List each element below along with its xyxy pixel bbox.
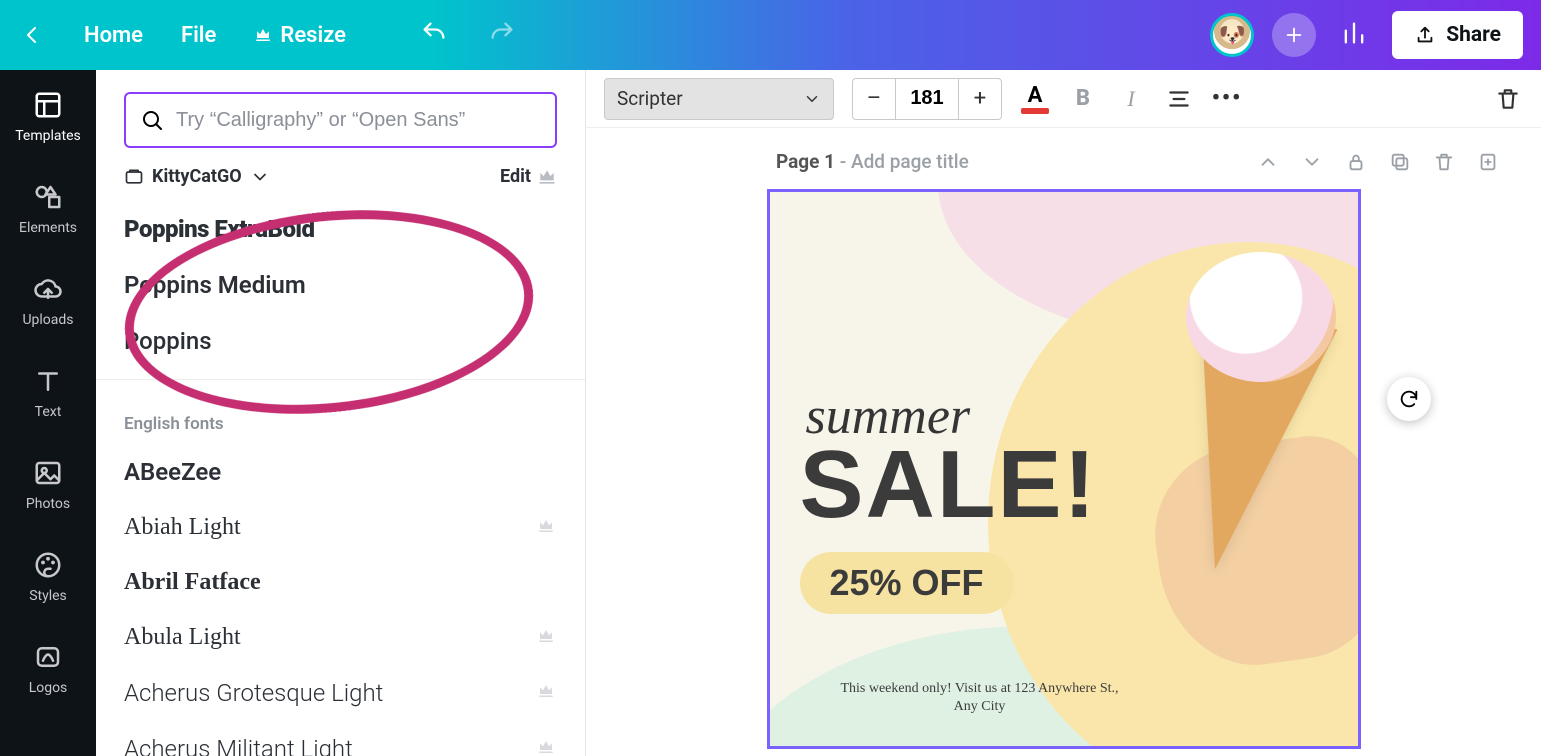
premium-icon xyxy=(535,627,557,649)
rail-templates[interactable]: Templates xyxy=(0,84,96,150)
font-name: Acherus Militant Light xyxy=(124,735,353,756)
font-option[interactable]: Acherus Militant Light xyxy=(96,721,585,756)
rail-styles[interactable]: Styles xyxy=(0,544,96,610)
text-sale[interactable]: SALE! xyxy=(800,430,1098,540)
page-header-row: Page 1 - Add page title xyxy=(586,128,1541,181)
font-picker-panel: KittyCatGO Edit Poppins ExtraBoldPoppins… xyxy=(96,70,586,756)
font-option[interactable]: Poppins xyxy=(96,313,585,369)
font-size-input[interactable] xyxy=(895,79,959,119)
font-name: Acherus Grotesque Light xyxy=(124,679,383,707)
text-color-button[interactable]: A xyxy=(1020,84,1050,114)
crown-icon xyxy=(537,167,557,187)
font-name: Poppins Medium xyxy=(124,271,306,299)
lock-page-button[interactable] xyxy=(1345,151,1367,173)
image-scoop[interactable] xyxy=(1186,252,1336,382)
font-option[interactable]: Poppins ExtraBold xyxy=(96,201,585,257)
rail-logos[interactable]: Logos xyxy=(0,636,96,702)
add-collaborator-button[interactable] xyxy=(1272,13,1316,57)
premium-icon xyxy=(535,517,557,539)
undo-button[interactable] xyxy=(420,19,448,51)
rail-uploads[interactable]: Uploads xyxy=(0,268,96,334)
font-size-group: – + xyxy=(852,78,1002,120)
share-button[interactable]: Share xyxy=(1392,11,1523,59)
chevron-down-icon xyxy=(803,90,821,108)
more-options-button[interactable]: ••• xyxy=(1212,84,1242,114)
duplicate-page-button[interactable] xyxy=(1389,151,1411,173)
refresh-fab[interactable] xyxy=(1387,377,1431,421)
text-discount-pill[interactable]: 25% OFF xyxy=(800,552,1014,614)
bold-button[interactable]: B xyxy=(1068,84,1098,114)
page-title-input[interactable]: Add page title xyxy=(851,150,969,173)
font-size-increase[interactable]: + xyxy=(959,79,1001,119)
canvas-column: Scripter – + A B I ••• xyxy=(586,70,1541,756)
redo-button[interactable] xyxy=(488,19,516,51)
insights-button[interactable] xyxy=(1334,19,1374,51)
brand-kit-icon xyxy=(124,167,144,187)
left-tool-rail: Templates Elements Uploads Text Photos S… xyxy=(0,70,96,756)
alignment-button[interactable] xyxy=(1164,84,1194,114)
design-stage[interactable]: summer SALE! 25% OFF This weekend only! … xyxy=(586,181,1541,756)
text-fineprint[interactable]: This weekend only! Visit us at 123 Anywh… xyxy=(830,680,1130,716)
font-name: Poppins ExtraBold xyxy=(124,215,315,243)
page-up-button[interactable] xyxy=(1257,151,1279,173)
font-name: Poppins xyxy=(124,327,212,355)
top-app-bar: Home File Resize 🐶 Share xyxy=(0,0,1541,70)
font-option[interactable]: Abril Fatface xyxy=(96,555,585,610)
font-option[interactable]: ABeeZee xyxy=(96,444,585,500)
design-page[interactable]: summer SALE! 25% OFF This weekend only! … xyxy=(767,189,1361,749)
font-name: Abiah Light xyxy=(124,514,241,541)
font-list[interactable]: Poppins ExtraBold Poppins Medium Poppins En… xyxy=(96,197,585,756)
file-menu[interactable]: File xyxy=(181,23,216,48)
back-button[interactable] xyxy=(18,21,46,49)
account-avatar[interactable]: 🐶 xyxy=(1210,13,1254,57)
delete-button[interactable] xyxy=(1493,84,1523,114)
font-option[interactable]: Abiah Light xyxy=(96,500,585,555)
font-option[interactable]: Poppins Medium xyxy=(96,257,585,313)
rail-elements[interactable]: Elements xyxy=(0,176,96,242)
font-name: Abril Fatface xyxy=(124,569,261,596)
rail-text[interactable]: Text xyxy=(0,360,96,426)
delete-page-button[interactable] xyxy=(1433,151,1455,173)
brand-kit-edit[interactable]: Edit xyxy=(500,166,557,187)
font-search-input[interactable] xyxy=(176,109,541,132)
search-icon xyxy=(140,108,164,132)
font-option[interactable]: Abula Light xyxy=(96,610,585,665)
premium-icon xyxy=(535,738,557,756)
home-menu[interactable]: Home xyxy=(84,23,143,48)
font-family-dropdown[interactable]: Scripter xyxy=(604,78,834,120)
font-size-decrease[interactable]: – xyxy=(853,79,895,119)
font-search[interactable] xyxy=(124,92,557,148)
text-context-toolbar: Scripter – + A B I ••• xyxy=(586,70,1541,128)
premium-icon xyxy=(535,682,557,704)
resize-menu[interactable]: Resize xyxy=(254,23,346,48)
chevron-down-icon xyxy=(250,167,270,187)
font-name: ABeeZee xyxy=(124,458,221,486)
font-name: Abula Light xyxy=(124,624,241,651)
italic-button[interactable]: I xyxy=(1116,84,1146,114)
page-down-button[interactable] xyxy=(1301,151,1323,173)
add-page-button[interactable] xyxy=(1477,151,1499,173)
brand-kit-selector[interactable]: KittyCatGO xyxy=(124,166,270,187)
page-number-label: Page 1 xyxy=(776,150,835,173)
font-section-label: English fonts xyxy=(96,390,585,444)
font-option[interactable]: Acherus Grotesque Light xyxy=(96,665,585,721)
rail-photos[interactable]: Photos xyxy=(0,452,96,518)
